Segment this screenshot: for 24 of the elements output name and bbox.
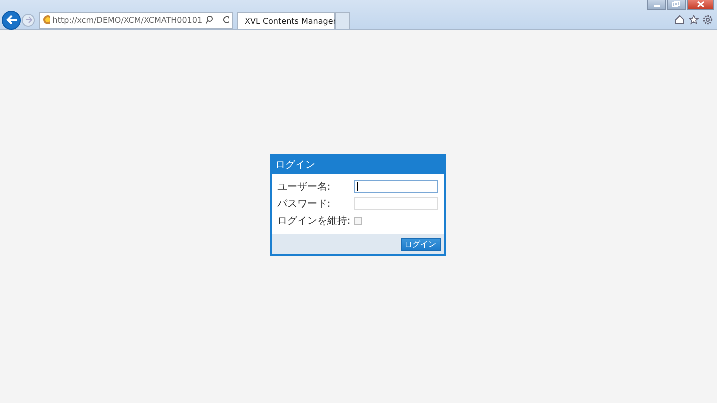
minimize-button[interactable] [647,0,666,10]
close-icon [696,1,704,8]
dialog-title: ログイン [275,158,316,172]
password-field[interactable] [354,197,438,210]
refresh-icon[interactable] [222,15,229,25]
url-text: http://xcm/DEMO/XCM/XCMATH00101 [52,16,203,24]
restore-icon [672,1,681,8]
back-button[interactable] [2,10,21,30]
tab-title: XVL Contents Manager [245,16,337,26]
login-button[interactable]: ログイン [400,238,441,250]
checkbox[interactable] [354,216,362,224]
restore-button[interactable] [667,0,686,10]
browser-tab[interactable]: XVL Contents Manager [237,12,335,29]
field-label: ログインを維持: [277,214,351,228]
username-field[interactable] [354,180,438,193]
arrow-right-icon [24,16,32,24]
field-label: パスワード: [277,198,332,210]
address-bar[interactable]: http://xcm/DEMO/XCM/XCMATH00101 [39,12,233,28]
arrow-left-icon [6,14,18,26]
settings-icon[interactable] [703,15,713,25]
home-icon[interactable] [675,15,685,25]
star-icon[interactable] [689,15,699,25]
close-button[interactable] [687,0,714,10]
field-label: ユーザー名: [277,180,332,194]
